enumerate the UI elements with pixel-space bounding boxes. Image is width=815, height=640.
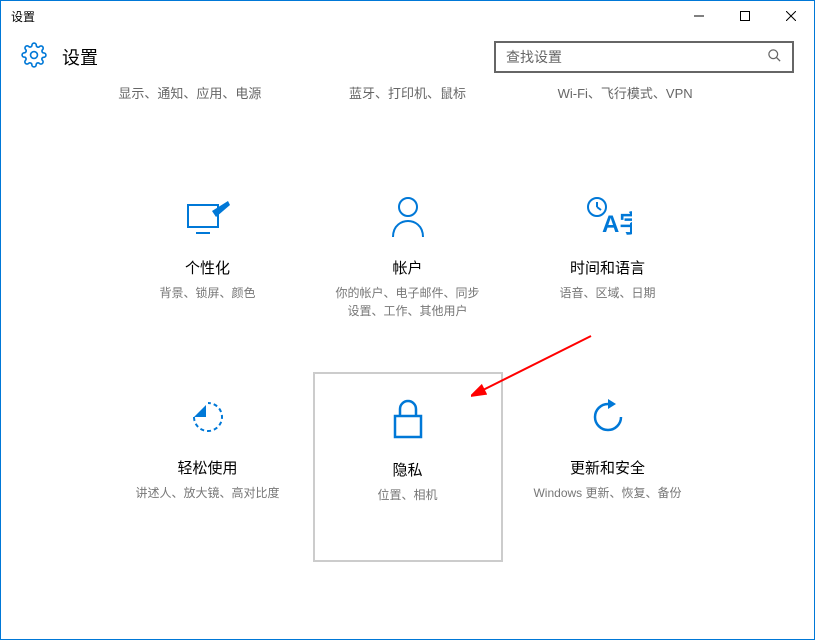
tile-title: 帐户 [392, 257, 422, 278]
tile-privacy[interactable]: 隐私 位置、相机 [313, 372, 503, 562]
tile-title: 轻松使用 [177, 457, 237, 478]
gear-icon [21, 42, 47, 73]
tile-update-security[interactable]: 更新和安全 Windows 更新、恢复、备份 [513, 372, 703, 562]
update-security-icon [588, 392, 628, 442]
titlebar-buttons [676, 1, 814, 31]
tile-time-language[interactable]: A字 时间和语言 语音、区域、日期 [513, 172, 703, 362]
window-title: 设置 [11, 8, 35, 25]
search-placeholder: 查找设置 [506, 47, 562, 67]
tile-title: 更新和安全 [570, 457, 645, 478]
tile-title: 时间和语言 [570, 257, 645, 278]
tile-desc: 讲述人、放大镜、高对比度 [127, 484, 287, 502]
tile-title: 隐私 [392, 459, 422, 480]
tile-desc: 背景、锁屏、颜色 [151, 284, 263, 302]
tile-personalization[interactable]: 个性化 背景、锁屏、颜色 [113, 172, 303, 362]
category-desc-row: 显示、通知、应用、电源 蓝牙、打印机、鼠标 Wi-Fi、飞行模式、VPN [1, 83, 814, 122]
close-button[interactable] [768, 1, 814, 31]
page-title: 设置 [62, 44, 98, 70]
search-input[interactable]: 查找设置 [494, 41, 794, 73]
accounts-icon [390, 192, 426, 242]
tile-ease-of-access[interactable]: 轻松使用 讲述人、放大镜、高对比度 [113, 372, 303, 562]
settings-window: 设置 设置 查找设置 显示、通知、应用、电源 蓝牙、打印机、鼠标 Wi-Fi、飞… [0, 0, 815, 640]
tiles-grid: 个性化 背景、锁屏、颜色 帐户 你的帐户、电子邮件、同步设置、工作、其他用户 A… [1, 122, 814, 562]
privacy-icon [391, 394, 425, 444]
titlebar: 设置 [1, 1, 814, 31]
header: 设置 查找设置 [1, 31, 814, 83]
tile-desc: Windows 更新、恢复、备份 [525, 484, 689, 502]
tile-accounts[interactable]: 帐户 你的帐户、电子邮件、同步设置、工作、其他用户 [313, 172, 503, 362]
personalization-icon [186, 192, 230, 242]
category-desc: 显示、通知、应用、电源 [90, 83, 290, 102]
maximize-button[interactable] [722, 1, 768, 31]
tile-desc: 位置、相机 [369, 486, 445, 504]
time-language-icon: A字 [584, 192, 632, 242]
category-desc: Wi-Fi、飞行模式、VPN [525, 83, 725, 102]
tile-title: 个性化 [185, 257, 230, 278]
tile-desc: 语音、区域、日期 [551, 284, 663, 302]
svg-text:A字: A字 [602, 210, 632, 238]
category-desc: 蓝牙、打印机、鼠标 [307, 83, 507, 102]
ease-of-access-icon [188, 392, 228, 442]
tile-desc: 你的帐户、电子邮件、同步设置、工作、其他用户 [323, 284, 493, 320]
minimize-button[interactable] [676, 1, 722, 31]
search-icon [767, 48, 782, 66]
